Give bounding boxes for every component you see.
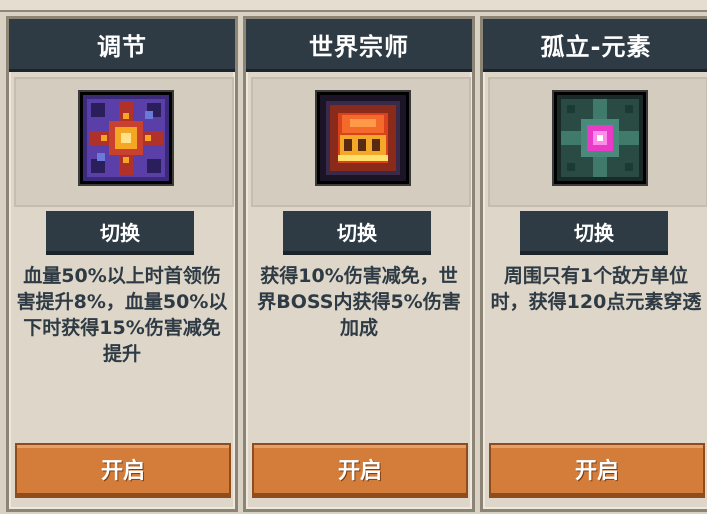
icon-area <box>14 77 234 207</box>
top-banner <box>0 0 707 12</box>
card-title: 世界宗师 <box>246 19 472 72</box>
open-button[interactable]: 开启 <box>15 443 231 498</box>
switch-button[interactable]: 切换 <box>520 211 668 255</box>
open-button[interactable]: 开启 <box>252 443 468 498</box>
golden-crown-icon[interactable] <box>317 92 409 184</box>
switch-button[interactable]: 切换 <box>283 211 431 255</box>
radiant-core-icon[interactable] <box>80 92 172 184</box>
talent-description: 血量50%以上时首领伤害提升8%，血量50%以下时获得15%伤害减免提升 <box>16 265 228 365</box>
switch-button[interactable]: 切换 <box>46 211 194 255</box>
talent-card-1: 调节 切换 血量50%以上时首领伤害提升8%，血量50%以下时获得15%伤害减免… <box>6 16 238 512</box>
talent-card-3: 孤立-元素 切换 周围只有1个敌方单位时，获得120点元素穿透 开启 <box>480 16 707 512</box>
talent-description: 获得10%伤害减免，世界BOSS内获得5%伤害加成 <box>257 265 461 339</box>
card-title: 调节 <box>9 19 235 72</box>
icon-area <box>251 77 471 207</box>
card-title: 孤立-元素 <box>483 19 707 72</box>
icon-area <box>488 77 707 207</box>
talent-description: 周围只有1个敌方单位时，获得120点元素穿透 <box>490 265 702 313</box>
open-button[interactable]: 开启 <box>489 443 705 498</box>
talent-card-2: 世界宗师 切换 获得10%伤害减免，世界BOSS内获得5%伤害加成 开启 <box>243 16 475 512</box>
element-gem-icon[interactable] <box>554 92 646 184</box>
